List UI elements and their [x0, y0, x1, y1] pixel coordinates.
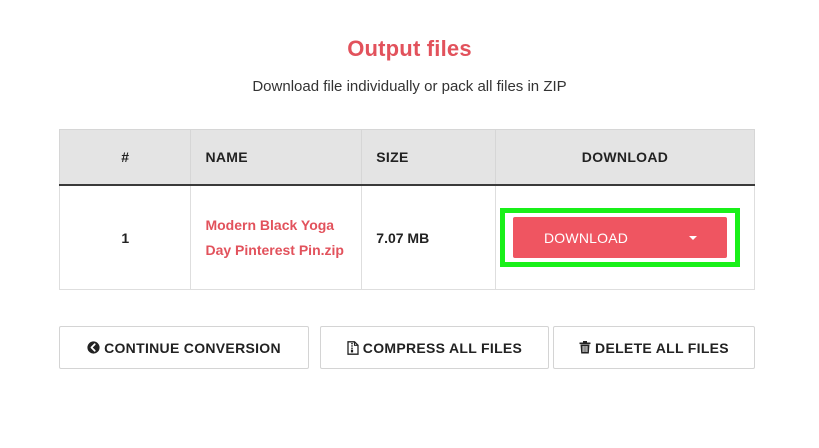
column-header-size: SIZE — [361, 129, 496, 186]
compress-all-files-button[interactable]: COMPRESS ALL FILES — [320, 326, 549, 369]
row-download-cell: DOWNLOAD — [495, 184, 755, 290]
column-header-number: # — [58, 129, 192, 186]
file-zip-icon — [347, 340, 359, 355]
table-row: 1 Modern Black Yoga Day Pinterest Pin.zi… — [58, 184, 755, 290]
file-name-link[interactable]: Modern Black Yoga Day Pinterest Pin.zip — [205, 213, 345, 262]
row-size: 7.07 MB — [361, 184, 496, 290]
delete-all-files-label: DELETE ALL FILES — [595, 339, 729, 356]
page-subtitle: Download file individually or pack all f… — [252, 78, 567, 95]
download-button-label: DOWNLOAD — [544, 229, 629, 246]
caret-down-icon[interactable] — [689, 235, 697, 240]
arrow-circle-left-icon — [87, 341, 100, 354]
trash-icon — [579, 341, 591, 354]
row-index: 1 — [58, 184, 192, 290]
page-title: Output files — [347, 36, 472, 61]
delete-all-files-button[interactable]: DELETE ALL FILES — [553, 326, 755, 369]
column-header-download: DOWNLOAD — [495, 129, 755, 186]
compress-all-files-label: COMPRESS ALL FILES — [362, 339, 523, 356]
download-highlight: DOWNLOAD — [500, 208, 740, 267]
files-table: # NAME SIZE DOWNLOAD 1 Modern Black Yoga… — [58, 129, 755, 290]
continue-conversion-label: CONTINUE CONVERSION — [104, 339, 281, 356]
row-name-cell: Modern Black Yoga Day Pinterest Pin.zip — [190, 184, 363, 290]
table-header-row: # NAME SIZE DOWNLOAD — [58, 129, 755, 186]
download-button[interactable]: DOWNLOAD — [513, 217, 727, 258]
continue-conversion-button[interactable]: CONTINUE CONVERSION — [59, 326, 309, 369]
column-header-name: NAME — [190, 129, 363, 186]
